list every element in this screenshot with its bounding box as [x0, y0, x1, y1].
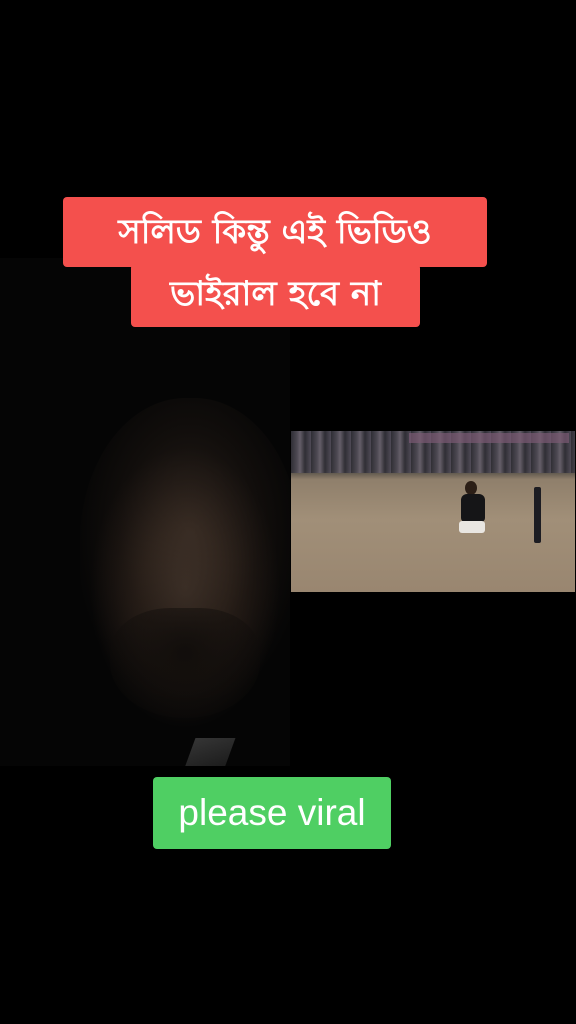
beard-shadow — [110, 608, 260, 718]
caption-bottom: please viral — [153, 777, 391, 849]
player-figure — [459, 481, 485, 533]
player-head — [465, 481, 477, 495]
wicket-stump — [534, 487, 541, 543]
caption-top-line-1: সলিড কিন্তু এই ভিডিও — [63, 197, 487, 267]
inset-field-video — [291, 431, 575, 592]
player-legs — [459, 521, 485, 533]
video-frame[interactable]: সলিড কিন্তু এই ভিডিও ভাইরাল হবে না pleas… — [0, 0, 576, 1024]
selfie-camera-video — [0, 258, 290, 766]
stadium-banner — [409, 433, 569, 443]
player-torso — [461, 494, 485, 522]
caption-top-line-2: ভাইরাল হবে না — [131, 264, 420, 327]
shirt-collar — [184, 738, 236, 766]
